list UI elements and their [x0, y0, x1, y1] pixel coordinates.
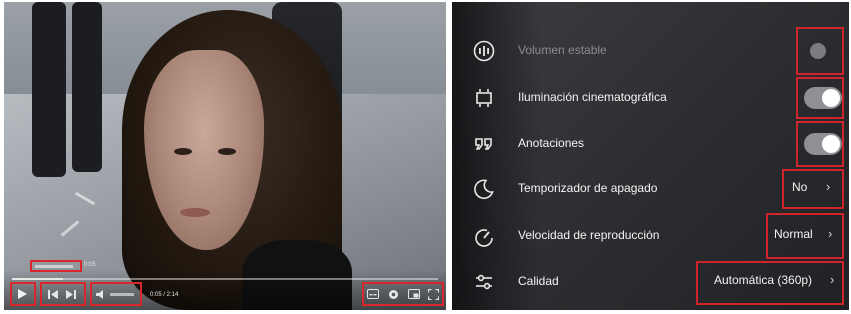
- menu-item-annotations[interactable]: Anotaciones: [452, 121, 849, 167]
- progress-fill: [12, 278, 64, 280]
- screenshot-composite: 0:05 0:05 / 2:14 Volumen estable Ilumina…: [0, 0, 851, 314]
- menu-item-playback-speed[interactable]: Velocidad de reproducción Normal ›: [452, 213, 849, 259]
- player-controls-bar: 0:05 0:05 / 2:14: [4, 260, 446, 310]
- highlight-box: [796, 77, 844, 119]
- progress-bar[interactable]: [12, 278, 438, 280]
- sleep-timer-icon: [472, 177, 496, 201]
- highlight-box: [796, 27, 844, 75]
- highlight-box: [796, 121, 844, 167]
- volume-icon[interactable]: [96, 290, 106, 302]
- menu-item-label: Velocidad de reproducción: [518, 228, 660, 242]
- menu-item-label: Anotaciones: [518, 136, 585, 150]
- highlight-box: [766, 213, 844, 259]
- ambient-mode-icon: [472, 86, 496, 110]
- menu-item-label: Iluminación cinematográfica: [518, 90, 667, 104]
- volume-slider[interactable]: [110, 293, 134, 296]
- video-subject: [122, 10, 352, 310]
- quality-icon: [472, 270, 496, 294]
- stable-volume-icon: [472, 39, 496, 63]
- menu-item-sleep-timer[interactable]: Temporizador de apagado No ›: [452, 166, 849, 212]
- settings-icon[interactable]: [388, 289, 399, 303]
- highlight-box: [40, 282, 86, 306]
- play-icon[interactable]: [16, 288, 28, 303]
- playback-speed-icon: [472, 224, 496, 248]
- subtitles-icon[interactable]: [367, 289, 379, 302]
- menu-item-label: Volumen estable: [518, 43, 607, 57]
- settings-menu: Volumen estable Iluminación cinematográf…: [452, 2, 849, 310]
- video-player[interactable]: 0:05 0:05 / 2:14: [4, 2, 446, 310]
- miniplayer-icon[interactable]: [408, 289, 420, 302]
- menu-item-ambient-mode[interactable]: Iluminación cinematográfica: [452, 75, 849, 121]
- hover-time-label: 0:05: [84, 262, 96, 268]
- highlight-box: [782, 169, 844, 209]
- menu-item-quality[interactable]: Calidad Automática (360p) ›: [452, 259, 849, 305]
- annotations-icon: [472, 132, 496, 156]
- bystander-legs: [32, 2, 66, 177]
- time-display: 0:05 / 2:14: [150, 292, 179, 298]
- highlight-box: [696, 261, 844, 305]
- menu-item-label: Temporizador de apagado: [518, 181, 658, 195]
- skip-previous-icon[interactable]: [48, 290, 58, 302]
- skip-next-icon[interactable]: [66, 290, 76, 302]
- fullscreen-icon[interactable]: [427, 288, 440, 303]
- menu-item-stable-volume[interactable]: Volumen estable: [452, 27, 849, 75]
- bystander-legs: [72, 2, 102, 172]
- menu-item-label: Calidad: [518, 274, 559, 288]
